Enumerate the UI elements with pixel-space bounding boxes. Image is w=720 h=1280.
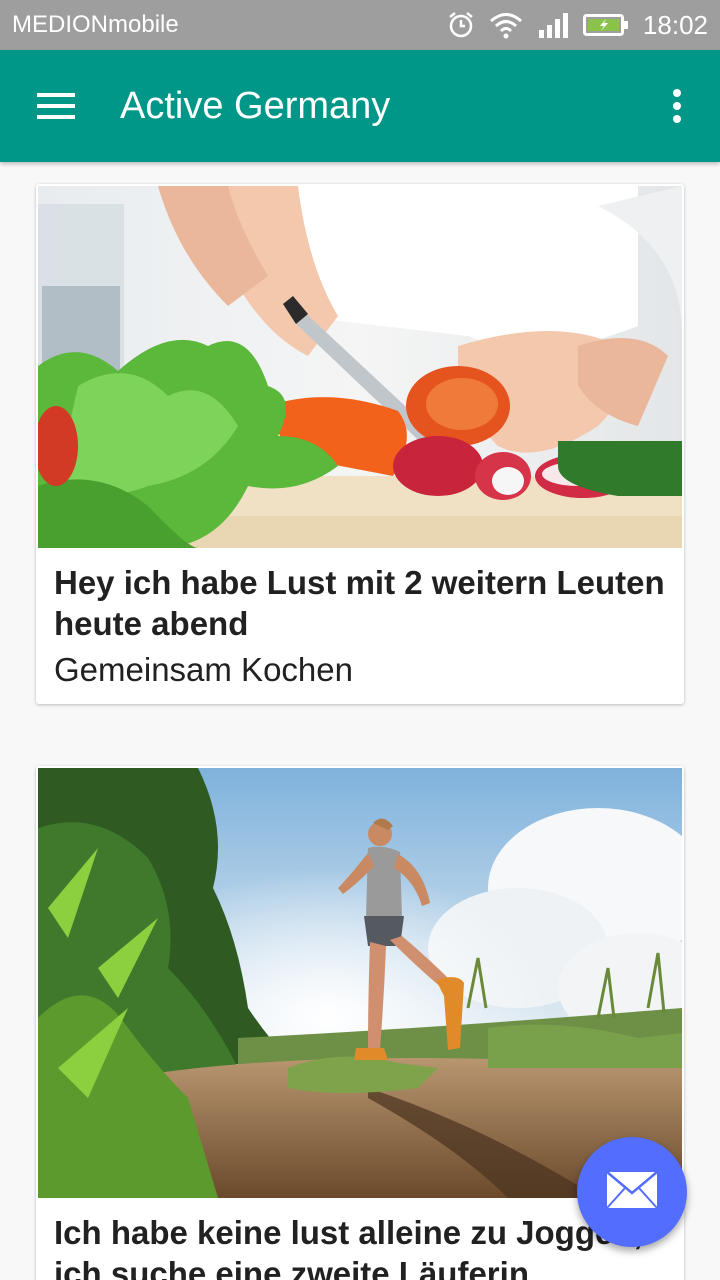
signal-icon [537,11,569,39]
more-vert-icon[interactable] [634,50,720,162]
compose-message-button[interactable] [577,1137,687,1247]
mail-icon [606,1170,658,1214]
alarm-icon [447,11,475,39]
app-title: Active Germany [120,84,391,127]
status-bar: MEDIONmobile 18:02 [0,0,720,50]
card-headline: Hey ich habe Lust mit 2 weitern Leuten h… [54,564,665,642]
card-list[interactable]: Hey ich habe Lust mit 2 weitern Leuten h… [0,162,720,1280]
cooking-vegetables-photo [38,186,682,548]
card-subhead: Gemeinsam Kochen [54,651,353,688]
wifi-icon [489,11,523,39]
clock-time: 18:02 [642,9,708,40]
carrier-name: MEDIONmobile [12,11,179,38]
app-bar: Active Germany [0,50,720,162]
jogging-runner-photo [38,768,682,1198]
hamburger-menu-icon[interactable] [0,50,112,162]
battery-charging-icon [582,11,629,39]
card-headline: Ich habe keine lust alleine zu Joggen, i… [54,1214,643,1280]
activity-card[interactable]: Hey ich habe Lust mit 2 weitern Leuten h… [36,184,684,704]
